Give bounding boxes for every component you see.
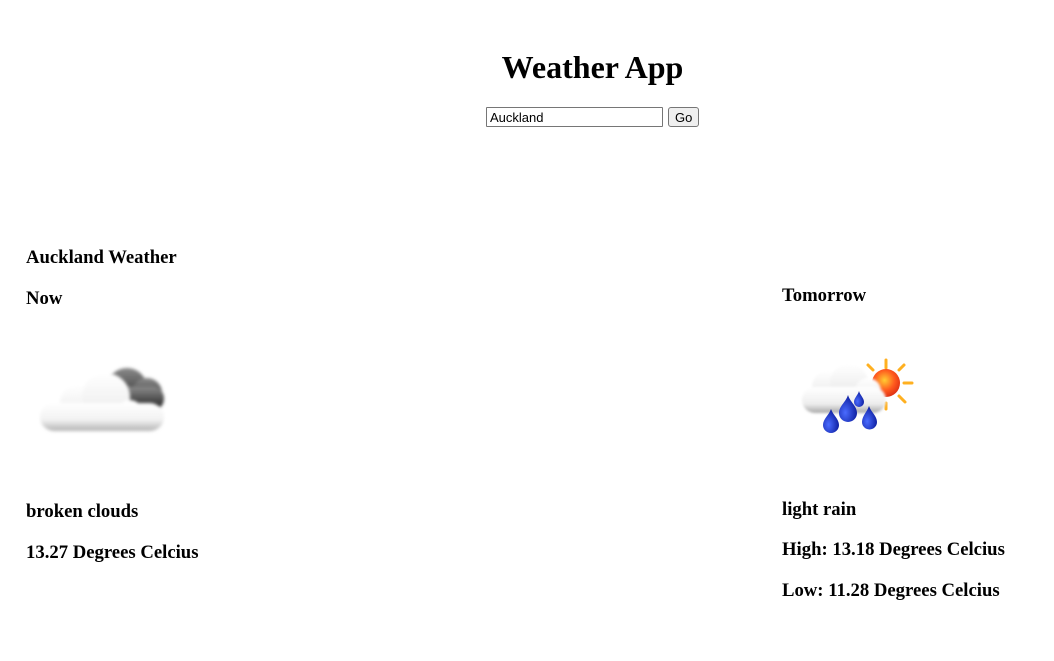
current-description: broken clouds [26,501,139,522]
now-label: Now [26,288,63,309]
tomorrow-label: Tomorrow [782,285,867,306]
current-temperature: 13.27 Degrees Celcius [26,542,199,563]
city-weather-heading: Auckland Weather [26,247,177,268]
light-rain-icon [802,358,914,433]
go-button[interactable]: Go [668,107,700,127]
broken-clouds-icon [40,368,164,431]
tomorrow-low-temperature: Low: 11.28 Degrees Celcius [782,580,1000,601]
search-bar: Go [486,107,700,127]
app-title: Weather App [501,49,684,85]
tomorrow-description: light rain [782,499,857,520]
tomorrow-high-temperature: High: 13.18 Degrees Celcius [782,539,1005,560]
city-search-input[interactable] [486,107,663,127]
